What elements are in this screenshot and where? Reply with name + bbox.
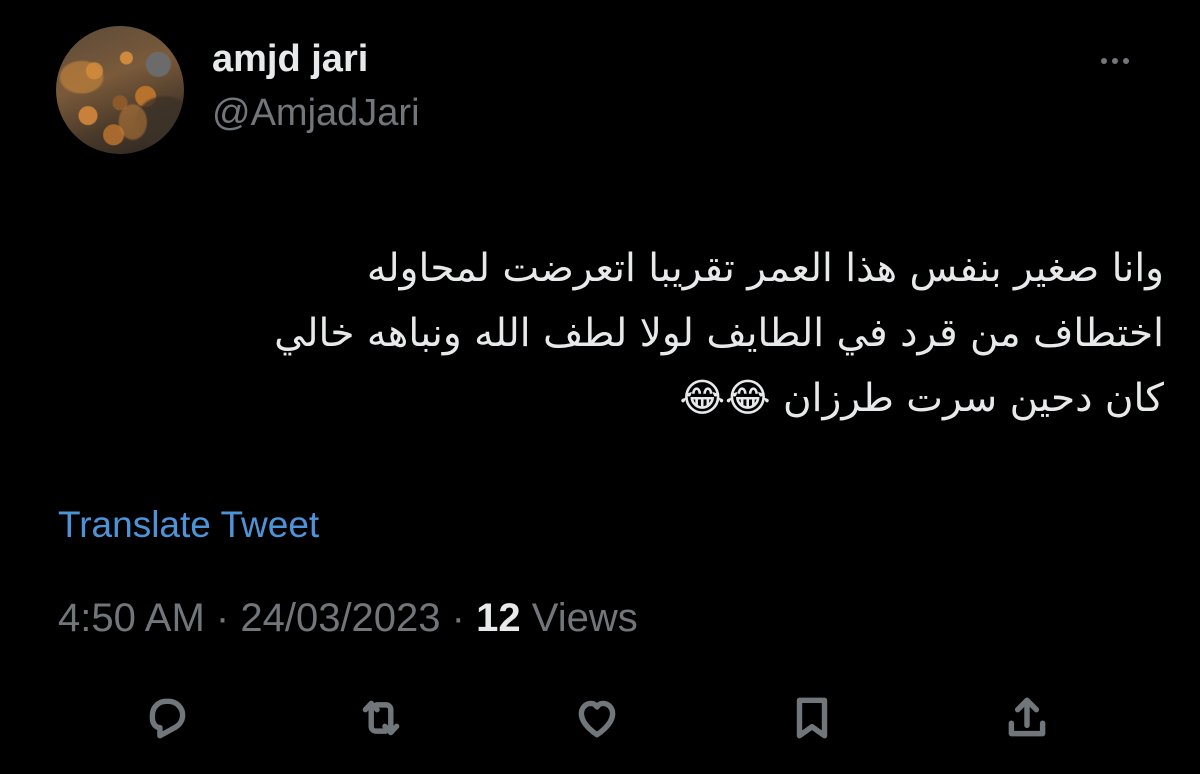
- tweet-text: وانا صغير بنفس هذا العمر تقريبا اتعرضت ل…: [64, 236, 1164, 431]
- retweet-icon: [362, 700, 400, 736]
- more-options-button[interactable]: [1090, 46, 1140, 76]
- heart-icon: [578, 700, 616, 738]
- views-label: Views: [531, 596, 638, 640]
- tweet-text-line: كان دحين سرت طرزان 😂😂: [679, 376, 1164, 421]
- action-bar: [0, 688, 1200, 748]
- user-handle[interactable]: @AmjadJari: [212, 92, 420, 135]
- avatar-photo: [56, 26, 184, 154]
- more-icon: [1101, 58, 1107, 64]
- retweet-button[interactable]: [351, 688, 411, 748]
- tweet-time[interactable]: 4:50 AM: [58, 596, 205, 640]
- bookmark-icon: [796, 697, 828, 739]
- avatar[interactable]: [56, 26, 184, 154]
- share-icon: [1008, 697, 1046, 737]
- display-name[interactable]: amjd jari: [212, 38, 368, 81]
- more-icon-dot: [1112, 58, 1118, 64]
- bookmark-button[interactable]: [782, 688, 842, 748]
- tweet-date[interactable]: 24/03/2023: [240, 596, 440, 640]
- share-button[interactable]: [997, 688, 1057, 748]
- tweet-meta: 4:50 AM · 24/03/2023 · 12 Views: [58, 596, 638, 641]
- meta-separator: ·: [215, 596, 230, 640]
- translate-tweet-link[interactable]: Translate Tweet: [58, 504, 319, 546]
- reply-button[interactable]: [137, 688, 197, 748]
- views-count: 12: [476, 596, 521, 640]
- meta-separator: ·: [451, 596, 465, 640]
- more-icon-dot: [1123, 58, 1129, 64]
- like-button[interactable]: [567, 688, 627, 748]
- tweet-text-line: اختطاف من قرد في الطايف لولا لطف الله ون…: [274, 311, 1164, 356]
- tweet-text-line: وانا صغير بنفس هذا العمر تقريبا اتعرضت ل…: [366, 246, 1164, 291]
- reply-icon: [149, 698, 186, 739]
